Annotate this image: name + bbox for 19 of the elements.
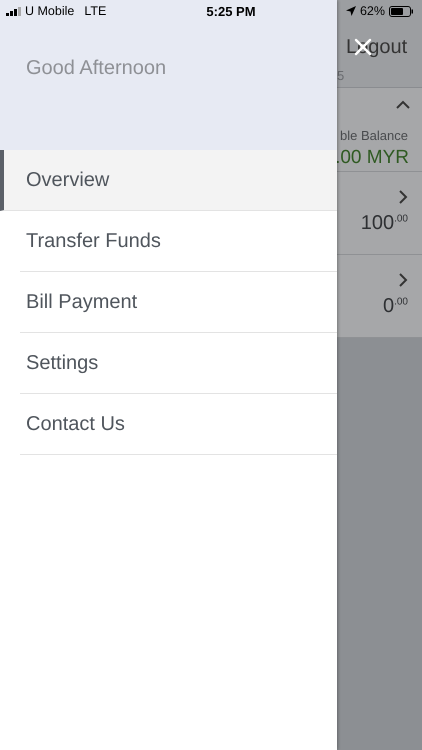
- carrier-name: U Mobile: [25, 4, 74, 18]
- greeting-text: Good Afternoon: [26, 57, 166, 79]
- menu-item[interactable]: Overview: [0, 150, 337, 211]
- signal-icon: [6, 6, 22, 16]
- battery-percent: 62%: [360, 4, 385, 18]
- status-time: 5:25 PM: [206, 4, 256, 18]
- location-icon: [346, 6, 356, 16]
- chevron-right-icon: [398, 273, 408, 287]
- account-amount: 0$^{.00}$: [382, 295, 408, 318]
- account-card[interactable]: 100$^{.00}$: [337, 172, 422, 255]
- battery-icon: [389, 6, 414, 16]
- chevron-right-icon: [398, 190, 408, 204]
- balance-label: ble Balance: [340, 128, 408, 143]
- balance-amount: .00 MYR: [337, 147, 409, 169]
- network-type: LTE: [84, 4, 106, 18]
- chevron-up-icon: [396, 100, 410, 110]
- account-card[interactable]: 0$^{.00}$: [337, 255, 422, 338]
- balance-card[interactable]: ble Balance .00 MYR: [337, 88, 422, 172]
- account-amount: 100$^{.00}$: [360, 212, 408, 235]
